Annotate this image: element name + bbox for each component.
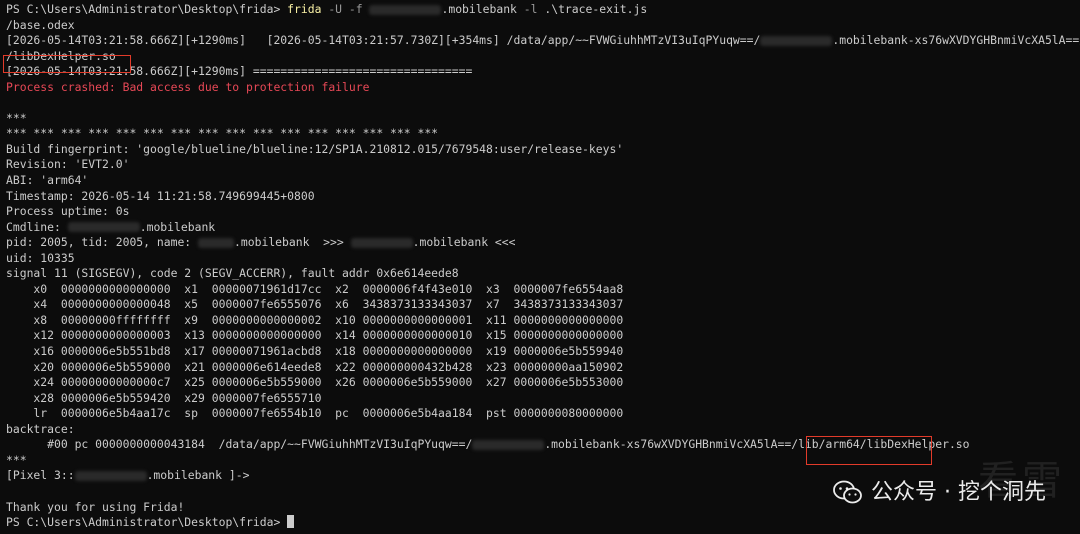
pid-label: pid: 2005, tid: 2005, name:: [6, 235, 199, 250]
register-row: x0 0000000000000000 x1 00000071961d17cc …: [6, 281, 624, 296]
command-line: PS C:\Users\Administrator\Desktop\frida>…: [6, 2, 1080, 18]
signal-line: signal 11 (SIGSEGV), code 2 (SEGV_ACCERR…: [6, 266, 459, 281]
pid-name: .mobilebank >>>: [234, 235, 351, 250]
output-line: ***: [6, 110, 27, 125]
redacted-package: [760, 35, 833, 46]
highlighted-lib-line: /libDexHelper.so: [6, 48, 116, 63]
flag-f: -f: [348, 2, 363, 16]
frame-lib: /libDexHelper.so: [859, 437, 970, 452]
redacted-package: [369, 4, 442, 15]
watermark-text: 公众号 · 挖个洞先: [871, 480, 1046, 506]
output-line: /base.odex: [6, 17, 75, 32]
log-path-prefix: [2026-05-14T03:21:58.666Z][+1290ms] [202…: [6, 33, 761, 48]
wechat-icon: [833, 480, 862, 504]
redacted-package: [74, 470, 147, 481]
backtrace-frame: #00 pc 0000000000043184 /data/app/~~FVWG…: [6, 437, 1080, 453]
flag-l: -l: [523, 2, 538, 16]
process-uptime: Process uptime: 0s: [6, 204, 130, 219]
final-prompt-line[interactable]: PS C:\Users\Administrator\Desktop\frida>: [6, 515, 1080, 531]
register-row: x20 0000006e5b559000 x21 0000006e614eede…: [6, 359, 624, 374]
output-line: [2026-05-14T03:21:58.666Z][+1290ms] ====…: [6, 64, 473, 79]
package-suffix: .mobilebank: [441, 2, 517, 16]
cmdline-value: .mobilebank: [139, 219, 216, 234]
uid: uid: 10335: [6, 250, 75, 265]
text-cursor: [287, 515, 295, 529]
output-line: ***: [6, 452, 27, 467]
flag-u: -U: [328, 2, 343, 16]
register-row: x8 00000000ffffffff x9 0000000000000002 …: [6, 312, 624, 327]
log-path-suffix: .mobilebank-xs76wXVDYGHBnmiVcXA5lA==/lib…: [832, 33, 1080, 48]
command-exe: frida: [287, 2, 322, 16]
prompt: PS C:\Users\Administrator\Desktop\frida>: [6, 2, 281, 16]
timestamp: Timestamp: 2026-05-14 11:21:58.749699445…: [6, 188, 315, 203]
repl-suffix: .mobilebank ]->: [146, 468, 250, 483]
register-row: x4 0000000000000048 x5 0000007fe6555076 …: [6, 297, 624, 312]
frame-middle: .mobilebank-xs76wXVDYGHBnmiVcXA5lA==/lib…: [544, 437, 860, 452]
pid-line: pid: 2005, tid: 2005, name: .mobilebank …: [6, 235, 1080, 251]
terminal-window[interactable]: PS C:\Users\Administrator\Desktop\frida>…: [0, 0, 1080, 534]
redacted-package: [350, 237, 413, 248]
pid-name-2: .mobilebank <<<: [412, 235, 516, 250]
crash-message: Process crashed: Bad access due to prote…: [6, 79, 370, 94]
output-line: *** *** *** *** *** *** *** *** *** *** …: [6, 126, 439, 141]
abi: ABI: 'arm64': [6, 173, 89, 188]
watermark: 公众号 · 挖个洞先: [833, 480, 1046, 506]
register-row: x16 0000006e5b551bd8 x17 00000071961acbd…: [6, 344, 624, 359]
register-row: x28 0000006e5b559420 x29 0000007fe655571…: [6, 390, 322, 405]
frame-prefix: #00 pc 0000000000043184 /data/app/~~FVWG…: [6, 437, 473, 452]
register-row: x24 00000000000000c7 x25 0000006e5b55900…: [6, 375, 624, 390]
cmdline: Cmdline: .mobilebank: [6, 220, 1080, 236]
revision: Revision: 'EVT2.0': [6, 157, 130, 172]
redacted-package: [198, 237, 235, 248]
build-fingerprint: Build fingerprint: 'google/blueline/blue…: [6, 141, 624, 156]
redacted-package: [67, 222, 140, 233]
repl-device: [Pixel 3::: [6, 468, 75, 483]
backtrace-header: backtrace:: [6, 421, 75, 436]
register-row: x12 0000000000000003 x13 000000000000000…: [6, 328, 624, 343]
output-line: [2026-05-14T03:21:58.666Z][+1290ms] [202…: [6, 33, 1080, 49]
prompt: PS C:\Users\Administrator\Desktop\frida>: [6, 515, 281, 530]
redacted-package: [472, 439, 545, 450]
cmdline-label: Cmdline:: [6, 219, 68, 234]
script-path: .\trace-exit.js: [544, 2, 648, 16]
register-row: lr 0000006e5b4aa17c sp 0000007fe6554b10 …: [6, 406, 624, 421]
